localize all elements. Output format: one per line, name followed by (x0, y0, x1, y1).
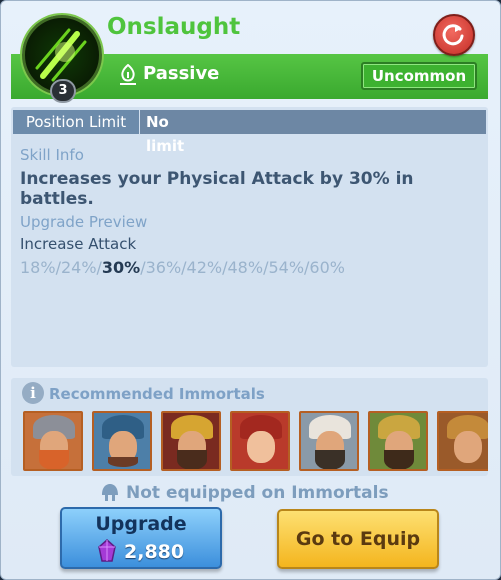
position-limit-label: Position Limit (13, 110, 139, 134)
position-limit-bar (210, 110, 486, 134)
immortal-portrait[interactable] (299, 411, 359, 471)
gem-icon (98, 539, 116, 562)
position-limit-value: No limit (140, 110, 210, 155)
immortal-portrait[interactable] (230, 411, 290, 471)
upgrade-levels: 18%/24%/30%/36%/42%/48%/54%/60% (20, 258, 345, 277)
upgrade-preview-title: Upgrade Preview (20, 213, 148, 231)
levels-after: /36%/42%/48%/54%/60% (140, 258, 345, 277)
skill-type-label: Passive (143, 63, 220, 84)
immortal-portrait[interactable] (92, 411, 152, 471)
skill-level-badge: 3 (50, 79, 76, 103)
recommended-title: Recommended Immortals (49, 385, 265, 403)
passive-icon (120, 64, 136, 85)
upgrade-label: Upgrade (95, 513, 187, 535)
upgrade-stat-label: Increase Attack (20, 235, 137, 253)
immortal-portrait[interactable] (437, 411, 488, 471)
immortal-portrait[interactable] (23, 411, 83, 471)
go-to-equip-button[interactable]: Go to Equip (277, 509, 439, 569)
skill-name: Onslaught (107, 14, 241, 40)
upgrade-button[interactable]: Upgrade 2,880 (60, 507, 222, 569)
not-equipped-label: Not equipped on Immortals (126, 483, 389, 503)
skill-detail-panel: Passive Uncommon Onslaught 3 Position Li… (0, 0, 501, 580)
levels-before: 18%/24%/ (20, 258, 102, 277)
immortal-portrait[interactable] (368, 411, 428, 471)
rarity-badge: Uncommon (361, 62, 477, 90)
refresh-button[interactable] (433, 14, 475, 56)
level-current: 30% (101, 258, 141, 277)
info-icon[interactable]: i (22, 382, 44, 404)
immortal-portrait[interactable] (161, 411, 221, 471)
skill-description: Increases your Physical Attack by 30% in… (20, 169, 414, 209)
upgrade-cost-value: 2,880 (124, 541, 185, 563)
skill-info-box: Position Limit No limit Skill Info Incre… (11, 107, 488, 367)
refresh-icon (442, 24, 464, 46)
recommended-box: i Recommended Immortals (11, 378, 488, 476)
skill-info-title: Skill Info (20, 146, 84, 164)
helmet-icon (102, 484, 118, 501)
